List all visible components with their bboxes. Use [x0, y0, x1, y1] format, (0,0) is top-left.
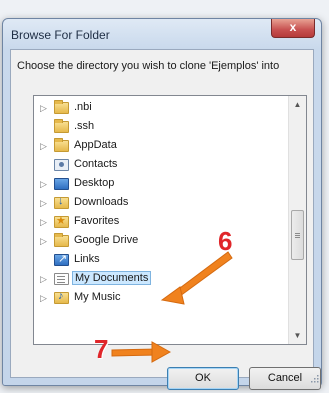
- annotation-overlay: [111, 251, 233, 363]
- arrow-to-my-documents-icon: [160, 251, 233, 305]
- step-6-marker: 6: [218, 226, 233, 256]
- arrow-to-ok-button-icon: [111, 341, 172, 363]
- step-7-marker: 7: [94, 334, 109, 364]
